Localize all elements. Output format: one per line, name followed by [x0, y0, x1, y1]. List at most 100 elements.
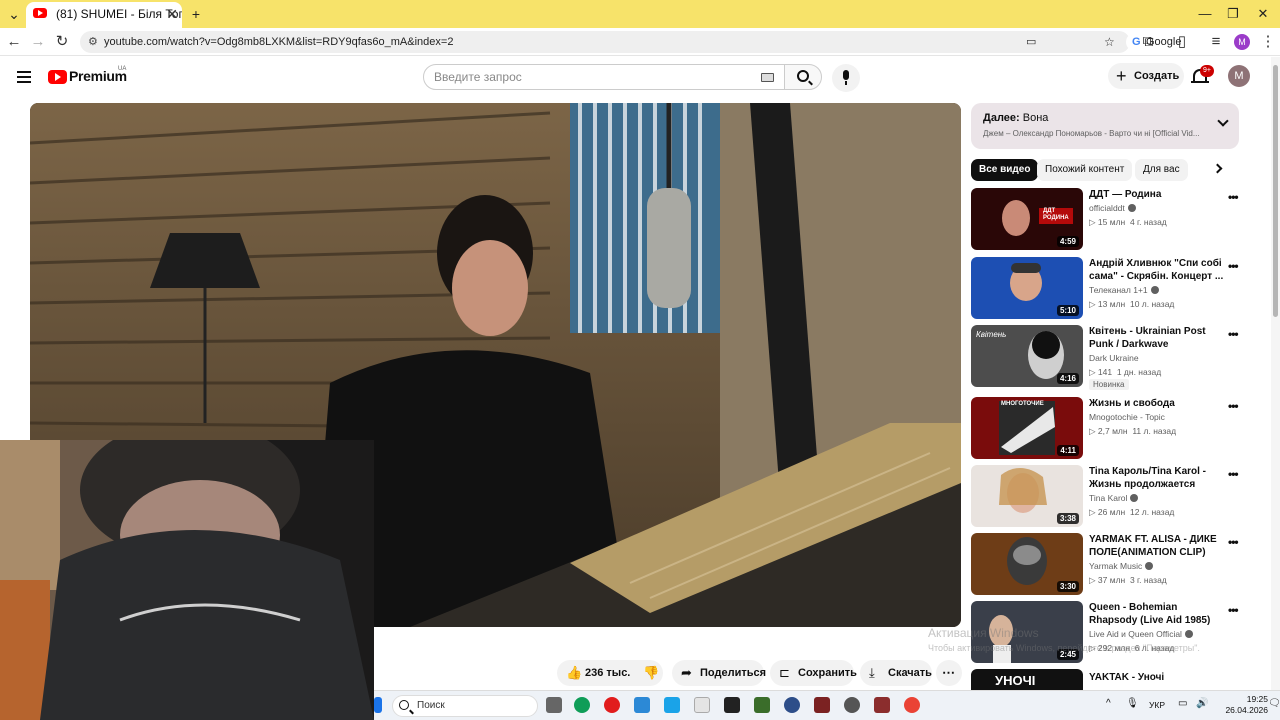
address-bar[interactable]: ⚙ youtube.com/watch?v=Odg8mb8LXKM&list=R… — [80, 31, 1188, 53]
more-options-icon[interactable]: ••• — [1228, 467, 1239, 481]
expand-chevron-icon[interactable] — [1217, 115, 1229, 127]
video-thumbnail[interactable]: ДДТ РОДИНА 4:59 — [971, 188, 1083, 250]
more-options-icon[interactable]: ••• — [1228, 399, 1239, 413]
tab-close-icon[interactable]: ✕ — [166, 2, 178, 26]
clock-date: 26.04.2026 — [1225, 705, 1268, 715]
recommendation-item[interactable]: Квітень 4:16 Квітень - Ukrainian Post Pu… — [971, 325, 1241, 390]
recommendation-item[interactable]: 3:38 Tina Кароль/Tina Karol - Жизнь прод… — [971, 465, 1241, 527]
voice-search-mic-icon[interactable] — [832, 64, 860, 92]
cast-icon[interactable]: ▭ — [1026, 31, 1036, 53]
scrollbar-thumb[interactable] — [1273, 65, 1278, 317]
recommendation-item[interactable]: МНОГОТОЧИЕ 4:11 Жизнь и свобода Mnogotoc… — [971, 397, 1241, 459]
bookmark-star-icon[interactable]: ☆ — [1104, 31, 1115, 53]
chip-for-you[interactable]: Для вас — [1135, 159, 1188, 181]
browser-tab-active[interactable]: (81) SHUMEI - Біля Тополі (Co ✕ — [26, 2, 182, 28]
search-button[interactable] — [784, 64, 822, 90]
more-options-icon[interactable]: ••• — [1228, 603, 1239, 617]
duration-badge: 4:59 — [1056, 236, 1079, 247]
verified-icon — [1150, 286, 1159, 294]
edge-browser-icon[interactable] — [574, 697, 590, 713]
new-badge: Новинка — [1089, 379, 1129, 390]
tray-overflow-chevron-icon[interactable]: ^ — [1106, 698, 1111, 709]
search-input[interactable]: Введите запрос — [423, 64, 785, 90]
audio-app-icon[interactable] — [724, 697, 740, 713]
more-actions-button[interactable]: ⋯ — [936, 660, 962, 686]
reading-mode-icon[interactable]: ▯ — [1172, 32, 1192, 52]
chip-related[interactable]: Похожий контент — [1037, 159, 1133, 181]
reload-icon[interactable]: ↻ — [52, 32, 72, 52]
recommendation-item[interactable]: 5:10 Андрій Хливнюк "Спи собі сама" - Ск… — [971, 257, 1241, 319]
browser-toolbar: ← → ↻ ⚙ youtube.com/watch?v=Odg8mb8LXKM&… — [0, 28, 1280, 56]
browser-menu-icon[interactable]: ⋮ — [1258, 32, 1278, 52]
store-icon[interactable] — [664, 697, 680, 713]
taskbar-search-input[interactable]: Поиск — [392, 695, 538, 717]
start-button-icon[interactable] — [374, 697, 382, 713]
video-meta: ▷ 2,7 млн 11 л. назад — [1089, 426, 1177, 436]
close-window-icon[interactable]: ✕ — [1248, 4, 1278, 24]
chip-all-videos[interactable]: Все видео — [971, 159, 1039, 181]
download-icon: ⤓ — [869, 665, 875, 680]
channel-name: Yarmak Music — [1089, 561, 1154, 571]
minimize-window-icon[interactable]: — — [1190, 4, 1220, 24]
video-thumbnail[interactable]: 5:10 — [971, 257, 1083, 319]
network-icon[interactable]: ▭ — [1178, 698, 1187, 709]
forward-arrow-icon[interactable]: → — [28, 32, 48, 52]
task-view-icon[interactable] — [546, 697, 562, 713]
thumbnail-text: УНОЧІ — [995, 673, 1036, 688]
up-next-card[interactable]: Далее: Вона Джем – Олександр Пономарьов … — [971, 103, 1239, 149]
video-thumbnail[interactable]: 3:30 — [971, 533, 1083, 595]
video-title: YARMAK FT. ALISA - ДИКЕ ПОЛЕ(ANIMATION C… — [1089, 534, 1217, 558]
duration-badge: 4:11 — [1057, 445, 1079, 456]
site-info-icon[interactable]: ⚙ — [88, 31, 98, 53]
notifications-center-icon[interactable]: 🗨 — [1268, 698, 1280, 709]
video-thumbnail[interactable]: Квітень 4:16 — [971, 325, 1083, 387]
maximize-window-icon[interactable]: ❐ — [1218, 4, 1248, 24]
recommendation-item[interactable]: 3:30 YARMAK FT. ALISA - ДИКЕ ПОЛЕ(ANIMAT… — [971, 533, 1241, 595]
download-button[interactable]: ⤓ Скачать — [860, 660, 932, 686]
back-arrow-icon[interactable]: ← — [4, 32, 24, 52]
more-options-icon[interactable]: ••• — [1228, 535, 1239, 549]
channel-name: Dark Ukraine — [1089, 353, 1139, 363]
obs-icon[interactable] — [844, 697, 860, 713]
video-thumbnail[interactable]: 3:38 — [971, 465, 1083, 527]
microphone-tray-icon[interactable]: 🎙 — [1126, 698, 1139, 709]
more-options-icon[interactable]: ••• — [1228, 259, 1239, 273]
taskbar-clock[interactable]: 19:25 26.04.2026 — [1224, 694, 1268, 716]
volume-icon[interactable]: 🔊 — [1196, 698, 1208, 709]
keyboard-language[interactable]: УКР — [1149, 700, 1165, 710]
youtube-logo-icon[interactable] — [48, 70, 67, 84]
media-controls-icon[interactable]: ≡ — [1206, 32, 1226, 52]
keyboard-icon[interactable] — [761, 73, 774, 82]
extensions-icon[interactable]: ⧉ — [1138, 32, 1158, 52]
more-options-icon[interactable]: ••• — [1228, 190, 1239, 204]
page-scrollbar[interactable] — [1271, 57, 1280, 690]
account-avatar[interactable]: M — [1228, 65, 1250, 87]
video-title: YAKTAK - Уночі — [1089, 672, 1165, 683]
chrome-icon[interactable] — [904, 697, 920, 713]
dislike-button[interactable]: 👎 — [639, 660, 665, 686]
video-meta: ▷ 37 млн 3 г. назад — [1089, 575, 1167, 585]
notepad-icon[interactable] — [694, 697, 710, 713]
steam-icon[interactable] — [784, 697, 800, 713]
game-app-icon[interactable] — [814, 697, 830, 713]
profile-avatar[interactable]: M — [1234, 34, 1250, 50]
more-options-icon[interactable]: ••• — [1228, 327, 1239, 341]
verified-icon — [1127, 204, 1136, 212]
game-launcher-icon[interactable] — [874, 697, 890, 713]
create-button[interactable]: + Создать — [1108, 63, 1184, 89]
video-meta: ▷ 141 1 дн. назад — [1089, 367, 1162, 377]
video-thumbnail[interactable]: УНОЧІ — [971, 669, 1083, 690]
minecraft-icon[interactable] — [754, 697, 770, 713]
opera-browser-icon[interactable] — [604, 697, 620, 713]
video-thumbnail[interactable]: МНОГОТОЧИЕ 4:11 — [971, 397, 1083, 459]
telegram-icon[interactable] — [634, 697, 650, 713]
new-tab-button[interactable]: + — [186, 4, 206, 24]
recommendation-item[interactable]: ДДТ РОДИНА 4:59 ДДТ — Родина officialddt… — [971, 188, 1241, 250]
tab-search-chevron-icon[interactable]: ⌄ — [4, 4, 24, 24]
chips-scroll-right-icon[interactable] — [1212, 163, 1223, 174]
share-button[interactable]: ➦ Поделиться — [672, 660, 766, 686]
save-button[interactable]: ⊏ Сохранить — [770, 660, 857, 686]
hamburger-menu-icon[interactable] — [17, 71, 31, 83]
recommendation-item[interactable]: УНОЧІ YAKTAK - Уночі — [971, 669, 1241, 690]
channel-name: Телеканал 1+1 — [1089, 285, 1159, 295]
